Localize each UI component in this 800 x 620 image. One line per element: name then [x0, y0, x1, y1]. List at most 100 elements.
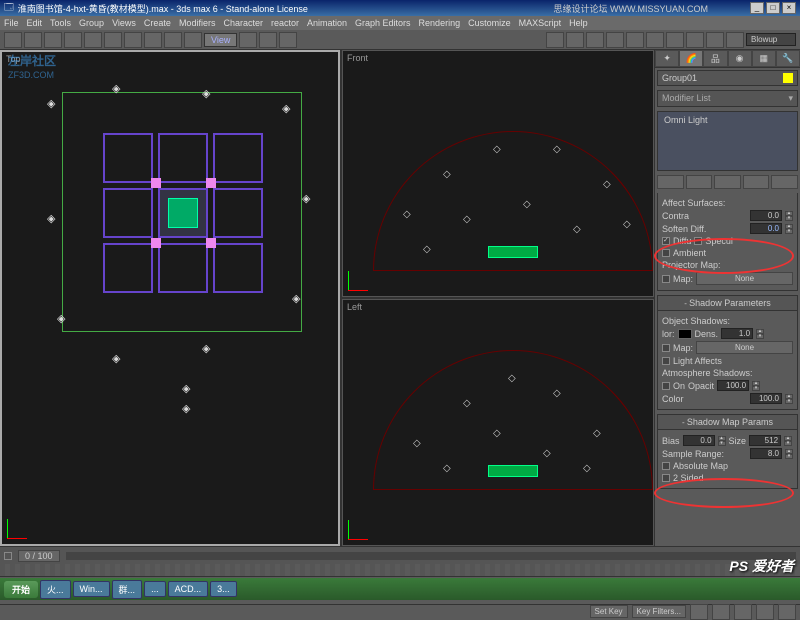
curve-editor-button[interactable]	[646, 32, 664, 48]
viewport-left[interactable]: Left	[342, 299, 654, 546]
pin-stack-button[interactable]	[657, 175, 684, 189]
keyfilters-button[interactable]: Key Filters...	[632, 605, 686, 618]
object-color-swatch[interactable]	[783, 73, 793, 83]
menu-group[interactable]: Group	[79, 18, 104, 28]
tab-create[interactable]: ✦	[655, 50, 679, 67]
track-bar[interactable]	[0, 564, 800, 576]
absmap-checkbox[interactable]	[662, 462, 670, 470]
menu-character[interactable]: Character	[223, 18, 263, 28]
rotate-button[interactable]	[164, 32, 182, 48]
link-button[interactable]	[44, 32, 62, 48]
menu-views[interactable]: Views	[112, 18, 136, 28]
tab-modify[interactable]: 🌈	[679, 50, 703, 67]
close-button[interactable]: ×	[782, 2, 796, 14]
mirror-button[interactable]	[259, 32, 277, 48]
select-button[interactable]	[84, 32, 102, 48]
minimize-button[interactable]: _	[750, 2, 764, 14]
modifier-stack[interactable]: Omni Light	[657, 111, 798, 171]
tab-hierarchy[interactable]: 品	[703, 50, 727, 67]
undo-button[interactable]	[4, 32, 22, 48]
spinner-arrows[interactable]: ▴▾	[784, 436, 792, 446]
soften-spinner[interactable]: 0.0	[750, 223, 782, 234]
spinner-arrows[interactable]: ▴▾	[718, 436, 726, 446]
sample-spinner[interactable]: 8.0	[750, 448, 782, 459]
menu-file[interactable]: File	[4, 18, 19, 28]
diffuse-checkbox[interactable]	[662, 237, 670, 245]
lightaffects-checkbox[interactable]	[662, 357, 670, 365]
spinner-arrows[interactable]: ▴▾	[756, 329, 764, 339]
time-slider[interactable]: 0 / 100	[0, 546, 800, 564]
menu-grapheditors[interactable]: Graph Editors	[355, 18, 411, 28]
taskbar-item[interactable]: 群...	[112, 580, 143, 599]
spinner-arrows[interactable]: ▴▾	[785, 449, 793, 459]
timeline-start[interactable]	[4, 552, 12, 560]
specular-checkbox[interactable]	[694, 237, 702, 245]
shadowmap-checkbox[interactable]	[662, 344, 670, 352]
menu-tools[interactable]: Tools	[50, 18, 71, 28]
show-end-button[interactable]	[686, 175, 713, 189]
timeline-track[interactable]	[66, 552, 796, 560]
named-sel-button[interactable]	[606, 32, 624, 48]
modifier-list-dropdown[interactable]: Modifier List	[657, 90, 798, 107]
menu-create[interactable]: Create	[144, 18, 171, 28]
object-name-field[interactable]: Group01	[657, 70, 798, 86]
menu-animation[interactable]: Animation	[307, 18, 347, 28]
nav-zoom-button[interactable]	[712, 604, 730, 620]
twosided-checkbox[interactable]	[662, 474, 670, 482]
atm-color-spinner[interactable]: 100.0	[750, 393, 782, 404]
stack-item[interactable]: Omni Light	[664, 115, 708, 125]
maximize-button[interactable]: □	[766, 2, 780, 14]
center-button[interactable]	[239, 32, 257, 48]
unlink-button[interactable]	[64, 32, 82, 48]
size-spinner[interactable]: 512	[749, 435, 781, 446]
taskbar-item[interactable]: 3...	[210, 581, 237, 597]
menu-rendering[interactable]: Rendering	[419, 18, 461, 28]
nav-maximize-button[interactable]	[778, 604, 796, 620]
taskbar-item[interactable]: 火...	[40, 580, 71, 599]
projmap-button[interactable]: None	[696, 272, 793, 285]
quick-render-button[interactable]	[726, 32, 744, 48]
percent-snap-button[interactable]	[586, 32, 604, 48]
tab-display[interactable]: ▦	[752, 50, 776, 67]
nav-pan-button[interactable]	[734, 604, 752, 620]
render-scene-button[interactable]	[706, 32, 724, 48]
taskbar-item[interactable]: ACD...	[168, 581, 209, 597]
remove-mod-button[interactable]	[743, 175, 770, 189]
menu-customize[interactable]: Customize	[468, 18, 511, 28]
spinner-arrows[interactable]: ▴▾	[752, 381, 760, 391]
viewport-top[interactable]: Top	[0, 50, 340, 546]
move-button[interactable]	[144, 32, 162, 48]
spinner-arrows[interactable]: ▴▾	[785, 224, 793, 234]
frame-indicator[interactable]: 0 / 100	[18, 550, 60, 562]
render-type-dropdown[interactable]: Blowup	[746, 33, 796, 46]
bias-spinner[interactable]: 0.0	[683, 435, 715, 446]
setkey-button[interactable]: Set Key	[590, 605, 628, 618]
menu-modifiers[interactable]: Modifiers	[179, 18, 216, 28]
schematic-button[interactable]	[666, 32, 684, 48]
nav-orbit-button[interactable]	[756, 604, 774, 620]
start-button[interactable]: 开始	[4, 581, 38, 598]
material-button[interactable]	[686, 32, 704, 48]
play-button[interactable]	[690, 604, 708, 620]
menu-help[interactable]: Help	[569, 18, 588, 28]
atm-on-checkbox[interactable]	[662, 382, 670, 390]
tab-utilities[interactable]: 🔧	[776, 50, 800, 67]
shadowmap-button[interactable]: None	[696, 341, 793, 354]
opacity-spinner[interactable]: 100.0	[717, 380, 749, 391]
projmap-checkbox[interactable]	[662, 275, 670, 283]
taskbar-item[interactable]: ...	[144, 581, 166, 597]
refcoord-dropdown[interactable]: View	[204, 33, 237, 47]
contrast-spinner[interactable]: 0.0	[750, 210, 782, 221]
scale-button[interactable]	[184, 32, 202, 48]
menu-reactor[interactable]: reactor	[271, 18, 299, 28]
select-region-button[interactable]	[124, 32, 142, 48]
snap-button[interactable]	[546, 32, 564, 48]
taskbar-item[interactable]: Win...	[73, 581, 110, 597]
tab-motion[interactable]: ◉	[728, 50, 752, 67]
spinner-arrows[interactable]: ▴▾	[785, 211, 793, 221]
ambient-checkbox[interactable]	[662, 249, 670, 257]
select-name-button[interactable]	[104, 32, 122, 48]
config-button[interactable]	[771, 175, 798, 189]
layer-button[interactable]	[626, 32, 644, 48]
rollout-header[interactable]: - Shadow Parameters	[657, 295, 798, 311]
